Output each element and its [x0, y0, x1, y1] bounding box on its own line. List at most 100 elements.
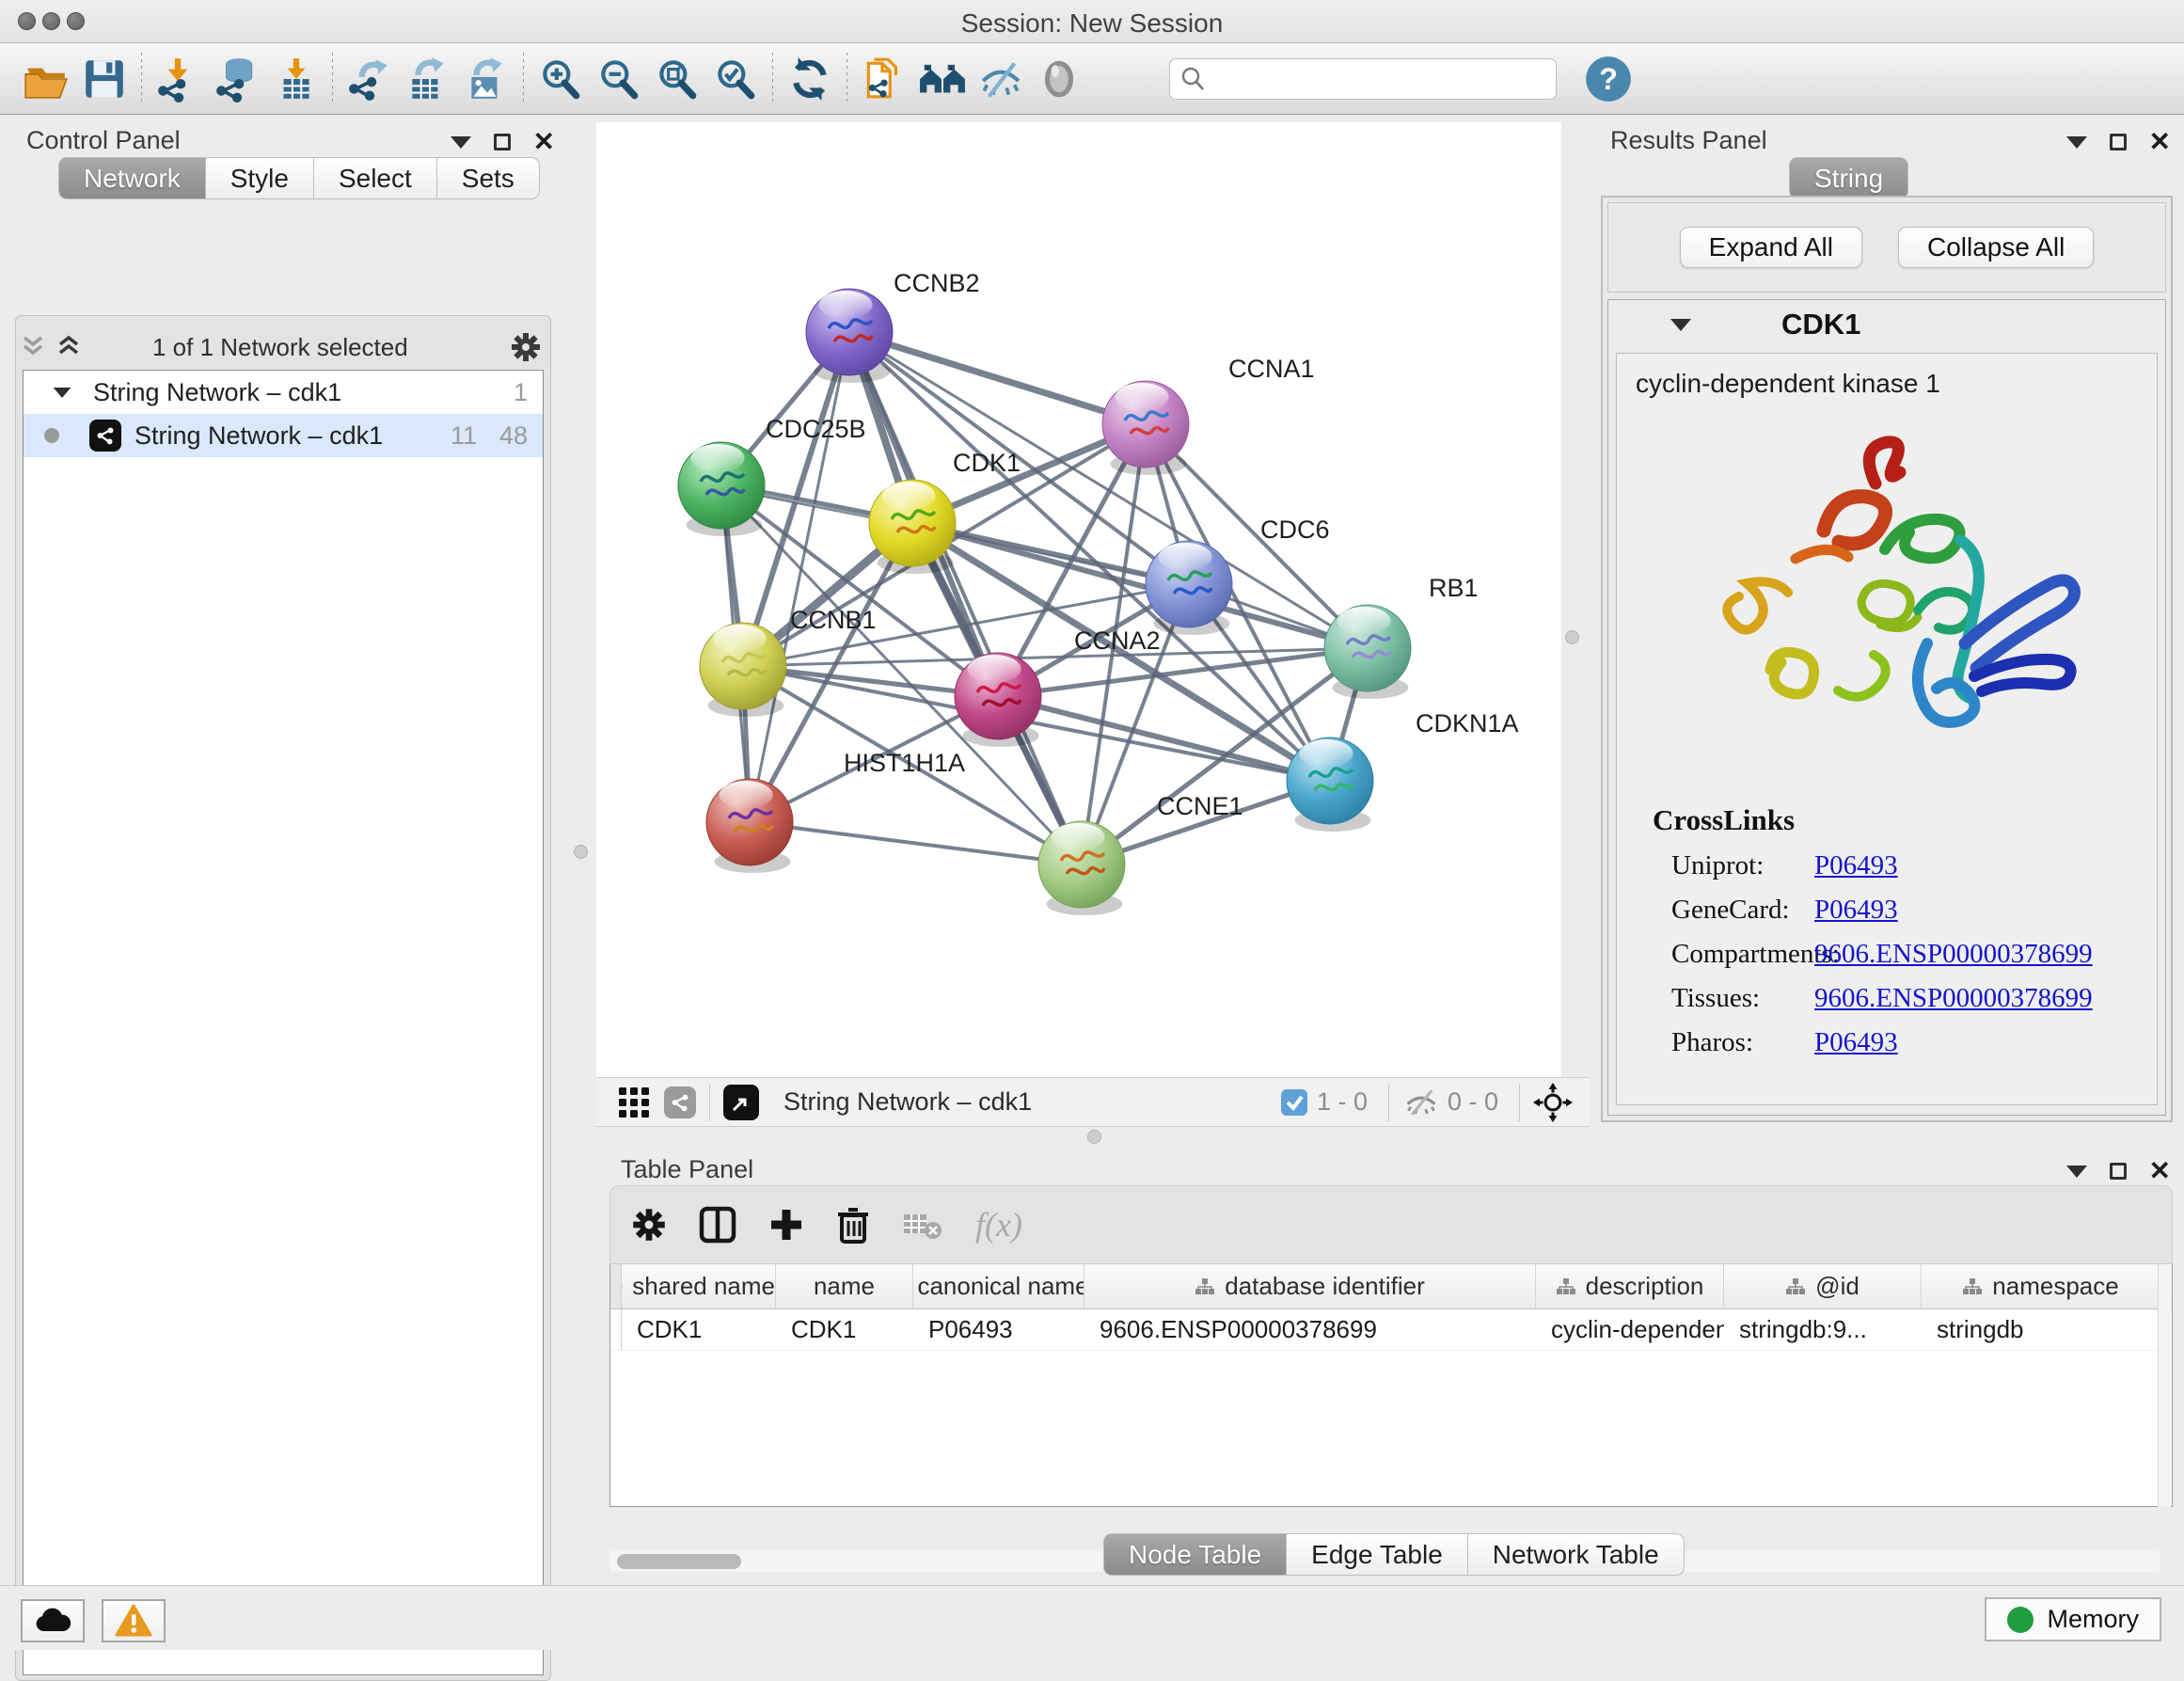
panel-menu-icon[interactable]	[451, 136, 471, 149]
network-edge[interactable]	[849, 332, 1146, 424]
section-collapse-icon[interactable]	[1670, 319, 1691, 331]
tab-style[interactable]: Style	[206, 157, 314, 199]
network-edge[interactable]	[750, 822, 1082, 864]
panel-close-icon[interactable]: ✕	[533, 129, 555, 155]
column-header--id[interactable]: @id	[1724, 1264, 1922, 1308]
tab-network[interactable]: Network	[58, 157, 206, 199]
cell-namespace[interactable]: stringdb	[1922, 1309, 2160, 1350]
column-header-canonical-name[interactable]: canonical name	[913, 1264, 1084, 1308]
panel-close-icon[interactable]: ✕	[2149, 1158, 2171, 1184]
crosslink-link[interactable]: P06493	[1814, 895, 1898, 926]
share-file-button[interactable]	[855, 50, 913, 108]
tab-network-table[interactable]: Network Table	[1468, 1533, 1685, 1576]
network-edge[interactable]	[750, 332, 849, 822]
save-session-button[interactable]	[75, 50, 134, 108]
refresh-button[interactable]	[781, 50, 839, 108]
table-row[interactable]: CDK1CDK1P064939606.ENSP00000378699cyclin…	[610, 1309, 2172, 1351]
hide-panel-button[interactable]	[972, 50, 1030, 108]
table-vertical-scrollbar[interactable]	[2158, 1264, 2171, 1507]
column-header-shared-name[interactable]: shared name	[622, 1264, 776, 1308]
panel-close-icon[interactable]: ✕	[2149, 129, 2171, 155]
expand-all-icon[interactable]	[55, 334, 83, 360]
show-panel-button[interactable]	[1030, 50, 1088, 108]
tab-node-table[interactable]: Node Table	[1103, 1533, 1287, 1576]
help-button[interactable]: ?	[1579, 50, 1638, 108]
column-header-namespace[interactable]: namespace	[1922, 1264, 2160, 1308]
panel-float-icon[interactable]	[2110, 1163, 2127, 1180]
export-image-button[interactable]	[457, 50, 515, 108]
network-graph[interactable]: CCNB2CCNA1CDC25BCDK1CDC6RB1CCNB1CCNA2CDK…	[596, 122, 1561, 1077]
selected-checkbox-icon[interactable]	[1279, 1087, 1309, 1118]
gear-icon[interactable]	[631, 1207, 667, 1243]
open-session-button[interactable]	[17, 50, 75, 108]
collapse-all-button[interactable]: Collapse All	[1898, 227, 2094, 268]
node-table[interactable]: shared namenamecanonical namedatabase id…	[609, 1264, 2173, 1507]
memory-status-icon	[2007, 1607, 2034, 1633]
panel-float-icon[interactable]	[494, 134, 511, 151]
gene-section-header[interactable]: CDK1	[1608, 300, 2165, 349]
zoom-out-button[interactable]	[590, 50, 648, 108]
delete-icon[interactable]	[836, 1206, 870, 1244]
grid-view-icon[interactable]	[617, 1086, 651, 1119]
search-input[interactable]	[1208, 64, 1527, 95]
tab-string[interactable]: String	[1789, 157, 1908, 199]
network-node-ccne1[interactable]: CCNE1	[1038, 792, 1243, 915]
panel-float-icon[interactable]	[2110, 134, 2127, 151]
add-icon[interactable]	[768, 1207, 804, 1243]
expand-all-button[interactable]: Expand All	[1680, 227, 1862, 268]
cloud-status-button[interactable]	[21, 1599, 85, 1642]
warning-status-button[interactable]	[102, 1599, 166, 1642]
import-network-database-button[interactable]	[208, 50, 266, 108]
export-table-button[interactable]	[399, 50, 457, 108]
crosslink-link[interactable]: 9606.ENSP00000378699	[1814, 983, 2093, 1014]
tab-select[interactable]: Select	[314, 157, 437, 199]
bottom-splitter-handle[interactable]	[1087, 1130, 1101, 1144]
select-columns-icon[interactable]	[699, 1206, 736, 1244]
tree-expand-icon[interactable]	[54, 387, 71, 397]
network-node-ccnb1[interactable]: CCNB1	[700, 606, 877, 717]
network-birdseye-icon[interactable]	[664, 1086, 696, 1118]
home-pages-button[interactable]	[913, 50, 972, 108]
export-network-button[interactable]	[340, 50, 399, 108]
right-splitter-handle[interactable]	[1565, 630, 1579, 644]
zoom-selected-button[interactable]	[706, 50, 765, 108]
cell-shared-name[interactable]: CDK1	[622, 1309, 776, 1350]
network-node-rb1[interactable]: RB1	[1324, 574, 1479, 699]
network-tree-item[interactable]: String Network – cdk1 11 48	[24, 414, 543, 457]
network-node-cdc6[interactable]: CDC6	[1146, 515, 1330, 635]
network-tree-root[interactable]: String Network – cdk1 1	[24, 371, 543, 414]
zoom-fit-button[interactable]	[648, 50, 706, 108]
toolbar-search[interactable]	[1169, 58, 1557, 100]
export-table-icon	[404, 56, 451, 103]
tab-edge-table[interactable]: Edge Table	[1287, 1533, 1468, 1576]
zoom-in-button[interactable]	[531, 50, 590, 108]
column-header-description[interactable]: description	[1536, 1264, 1724, 1308]
tab-sets[interactable]: Sets	[437, 157, 540, 199]
import-network-file-button[interactable]	[150, 50, 208, 108]
panel-menu-icon[interactable]	[2066, 136, 2087, 149]
network-node-cdkn1a[interactable]: CDKN1A	[1287, 709, 1519, 832]
crosslink-link[interactable]: P06493	[1814, 850, 1898, 881]
cell--id[interactable]: stringdb:9...	[1724, 1309, 1922, 1350]
fit-content-icon[interactable]	[1533, 1083, 1573, 1122]
column-header-database-identifier[interactable]: database identifier	[1084, 1264, 1536, 1308]
detach-view-icon[interactable]	[723, 1085, 759, 1120]
import-table-file-button[interactable]	[266, 50, 324, 108]
network-node-cdc25b[interactable]: CDC25B	[678, 415, 866, 536]
crosslink-link[interactable]: 9606.ENSP00000378699	[1814, 939, 2093, 970]
crosslink-link[interactable]: P06493	[1814, 1027, 1898, 1058]
scrollbar-thumb[interactable]	[617, 1554, 741, 1569]
network-node-ccna1[interactable]: CCNA1	[1102, 355, 1315, 475]
memory-button[interactable]: Memory	[1985, 1597, 2161, 1641]
cell-canonical-name[interactable]: P06493	[913, 1309, 1084, 1350]
panel-menu-icon[interactable]	[2066, 1166, 2087, 1178]
left-splitter-handle[interactable]	[574, 845, 588, 859]
column-header-name[interactable]: name	[776, 1264, 913, 1308]
collapse-all-icon[interactable]	[19, 334, 47, 360]
cell-name[interactable]: CDK1	[776, 1309, 913, 1350]
cell-database-identifier[interactable]: 9606.ENSP00000378699	[1084, 1309, 1536, 1350]
gear-icon[interactable]	[510, 331, 542, 363]
network-canvas[interactable]: CCNB2CCNA1CDC25BCDK1CDC6RB1CCNB1CCNA2CDK…	[596, 122, 1561, 1077]
cell-description[interactable]: cyclin-dependent ...	[1536, 1309, 1724, 1350]
network-edge[interactable]	[849, 332, 1082, 864]
